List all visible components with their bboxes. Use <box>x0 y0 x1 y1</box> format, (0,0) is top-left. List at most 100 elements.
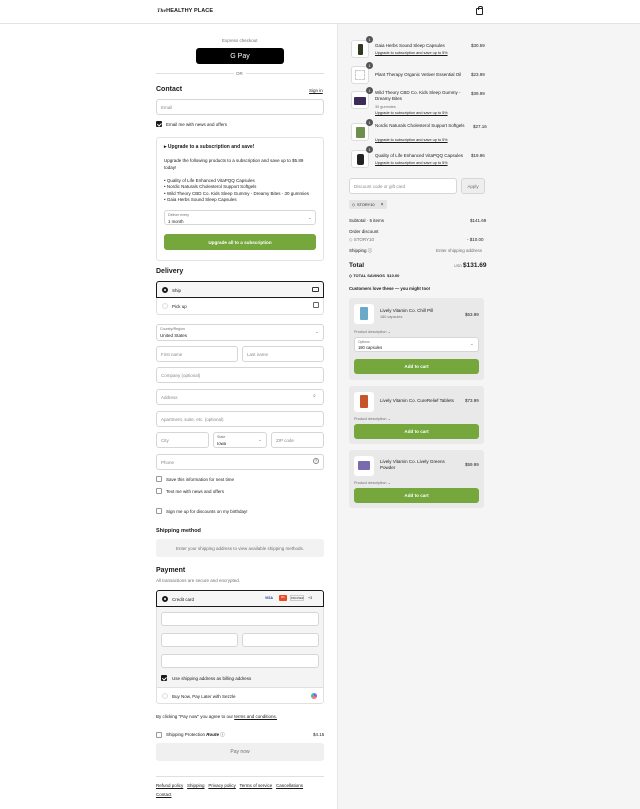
chevron-down-icon: ⌄ <box>308 215 312 220</box>
apply-discount-button[interactable]: Apply <box>461 178 485 194</box>
upsell-price: $59.99 <box>465 462 479 467</box>
cancellations-link[interactable]: Cancellations <box>276 783 303 788</box>
credit-card-radio[interactable] <box>162 596 168 602</box>
chevron-down-icon: ⌄ <box>470 341 474 346</box>
upgrade-link[interactable]: Upgrade to subscription and save up to 5… <box>375 138 448 142</box>
chevron-down-icon: ⌄ <box>315 329 319 334</box>
product-description-toggle[interactable]: Product description ⌄ <box>354 416 391 421</box>
zip-field[interactable]: ZIP code <box>271 432 324 448</box>
quantity-badge: 1 <box>366 119 373 126</box>
card-form-area: Use shipping address as billing address <box>156 607 324 687</box>
add-to-cart-button[interactable]: Add to cart <box>354 488 479 503</box>
upsell-name: Lively Vitamin Co. Lively Greens Powder <box>380 459 445 470</box>
shipping-protection-checkbox[interactable] <box>156 732 162 738</box>
email-news-label: Email me with news and offers <box>166 122 227 127</box>
item-name: Nordic Naturals Cholesterol Support Soft… <box>375 123 465 128</box>
route-logo: Route <box>206 732 220 737</box>
ship-radio[interactable] <box>162 287 168 293</box>
terms-link[interactable]: terms and conditions. <box>234 714 277 719</box>
text-me-checkbox[interactable] <box>156 488 162 494</box>
product-thumbnail <box>354 392 374 412</box>
address-field[interactable]: Address <box>156 389 324 405</box>
item-name: Quality of Life Enhanced VitaPQQ Capsule… <box>375 153 463 158</box>
terms-notice: By clicking "Pay now" you agree to our t… <box>156 714 278 719</box>
product-description-toggle[interactable]: Product description ⌄ <box>354 480 391 485</box>
state-select[interactable]: State Iowa ⌄ <box>213 432 267 448</box>
product-thumbnail <box>351 40 369 58</box>
discount-tag: ◇ STORY10 × <box>349 200 387 209</box>
billing-address-label: Use shipping address as billing address <box>172 676 252 681</box>
upsell-heading: Customers love these — you might too! <box>349 286 431 291</box>
google-pay-button[interactable]: G Pay <box>196 48 284 64</box>
product-thumbnail <box>354 304 374 324</box>
product-description-toggle[interactable]: Product description ⌄ <box>354 329 391 334</box>
sign-in-link[interactable]: Sign in <box>309 88 323 93</box>
upgrade-all-button[interactable]: Upgrade all to a subscription <box>164 234 316 250</box>
apartment-field[interactable]: Apartment, suite, etc. (optional) <box>156 411 324 427</box>
upgrade-link[interactable]: Upgrade to subscription and save up to 5… <box>375 51 448 55</box>
item-price: $19.96 <box>471 153 485 158</box>
email-field[interactable]: Email <box>156 99 324 115</box>
sezzle-option[interactable]: Buy Now, Pay Later with Sezzle <box>156 687 324 704</box>
ship-option[interactable]: Ship <box>156 281 324 298</box>
country-select[interactable]: Country/Region United States ⌄ <box>156 324 324 341</box>
save-info-checkbox[interactable] <box>156 476 162 482</box>
delivery-frequency-select[interactable]: Deliver every 1 month ⌄ <box>164 210 316 225</box>
security-code-field[interactable] <box>242 633 319 647</box>
list-item: • Gaia Herbs Sound Sleep Capsules <box>164 196 237 202</box>
remove-discount-icon[interactable]: × <box>381 202 384 208</box>
refund-policy-link[interactable]: Refund policy <box>156 783 183 788</box>
upsell-price: $73.99 <box>465 398 479 403</box>
birthday-checkbox[interactable] <box>156 508 162 514</box>
delivery-heading: Delivery <box>156 268 184 275</box>
header: TheHEALTHY PLACE <box>0 0 640 24</box>
total-value: $131.69 <box>463 262 487 269</box>
add-to-cart-button[interactable]: Add to cart <box>354 424 479 439</box>
brand-logo[interactable]: TheHEALTHY PLACE <box>157 8 213 14</box>
subscription-description: Upgrade the following products to a subs… <box>164 158 304 170</box>
upgrade-link[interactable]: Upgrade to subscription and save up to 5… <box>375 161 448 165</box>
discount-code-line: ◇ STORY10 <box>349 237 375 242</box>
upgrade-link[interactable]: Upgrade to subscription and save up to 5… <box>375 111 448 115</box>
privacy-policy-link[interactable]: Privacy policy <box>208 783 236 788</box>
more-cards-count: +3 <box>308 596 313 600</box>
quantity-badge: 1 <box>366 87 373 94</box>
chevron-down-icon: ⌄ <box>258 437 262 442</box>
item-name: Plant Therapy Organic Vetiver Essential … <box>375 72 462 77</box>
pickup-option[interactable]: Pick up <box>156 298 324 315</box>
pay-now-button[interactable]: Pay now <box>156 743 324 761</box>
city-field[interactable]: City <box>156 432 209 448</box>
help-icon[interactable]: ? <box>313 458 319 464</box>
first-name-field[interactable]: First name <box>156 346 238 362</box>
product-thumbnail <box>351 66 369 84</box>
upsell-option-select[interactable]: Options 180 capsules ⌄ <box>354 337 479 352</box>
name-on-card-field[interactable] <box>161 654 319 668</box>
discover-icon: DISCOVER <box>290 595 304 601</box>
item-name: Wild Theory CBD Co. Kids Sleep Gummy - D… <box>375 90 461 101</box>
birthday-label: Sign me up for discounts on my birthday! <box>166 509 248 514</box>
sezzle-radio[interactable] <box>162 693 168 699</box>
shipping-label: Shipping ⓘ <box>349 248 373 253</box>
discount-code-field[interactable]: Discount code or gift card <box>349 178 457 194</box>
email-news-checkbox[interactable] <box>156 121 162 127</box>
add-to-cart-button[interactable]: Add to cart <box>354 359 479 374</box>
expiration-field[interactable] <box>161 633 238 647</box>
order-discount-label: Order discount <box>349 229 379 234</box>
shipping-link[interactable]: Shipping <box>187 783 205 788</box>
phone-field[interactable]: Phone <box>156 454 324 470</box>
shopping-bag-icon[interactable] <box>476 6 483 15</box>
item-variant: 30 gummies <box>375 105 396 109</box>
last-name-field[interactable]: Last name <box>242 346 324 362</box>
billing-address-checkbox[interactable] <box>161 675 167 681</box>
total-label: Total <box>349 262 365 269</box>
mastercard-icon: MC <box>279 595 287 601</box>
pickup-radio[interactable] <box>162 303 168 309</box>
credit-card-option[interactable]: Credit card VISA MC DISCOVER +3 <box>156 590 324 607</box>
quantity-badge: 1 <box>366 36 373 43</box>
or-divider: OR <box>236 71 243 76</box>
product-thumbnail <box>351 91 369 109</box>
company-field[interactable]: Company (optional) <box>156 367 324 383</box>
card-number-field[interactable] <box>161 612 319 626</box>
contact-link[interactable]: Contact <box>156 792 172 797</box>
terms-of-service-link[interactable]: Terms of service <box>240 783 273 788</box>
